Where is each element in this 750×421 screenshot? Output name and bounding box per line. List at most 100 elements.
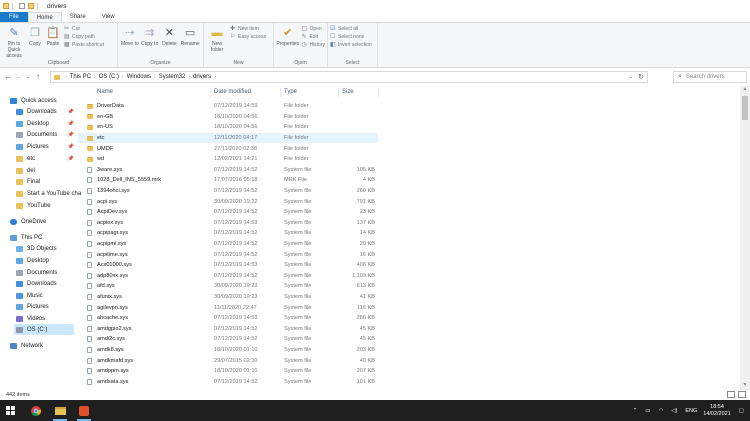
nav-item-documents[interactable]: Documents 📌 — [16, 129, 78, 140]
taskbar-chrome[interactable] — [26, 400, 46, 421]
address-dropdown-chevron-icon[interactable]: ⌄ — [629, 74, 633, 80]
nav-item-music[interactable]: Music — [16, 290, 43, 301]
wifi-icon[interactable]: ◠ — [658, 408, 663, 414]
cut-button[interactable]: ✂ Cut — [64, 25, 104, 33]
nav-item-pictures[interactable]: Pictures 📌 — [16, 141, 78, 152]
column-divider[interactable] — [378, 88, 379, 97]
column-divider[interactable] — [280, 88, 281, 97]
column-header-date[interactable]: Date modified — [214, 89, 251, 95]
file-row[interactable]: amdppm.sys 18/10/2020 01:10 System file 207… — [78, 366, 378, 377]
file-row[interactable]: amdk8.sys 18/10/2020 01:10 System file 203 … — [78, 345, 378, 356]
start-button[interactable] — [0, 400, 21, 421]
nav-item-3d-objects[interactable]: 3D Objects — [16, 243, 57, 254]
nav-this-pc[interactable]: This PC — [10, 232, 42, 243]
file-row[interactable]: acpipagr.sys 07/12/2019 14:52 System file 1… — [78, 228, 378, 239]
folder-row[interactable]: UMDF 27/11/2020 02:38 File folder — [78, 143, 378, 154]
new-folder-quick-icon[interactable] — [28, 3, 34, 9]
file-row[interactable]: amdi2c.sys 07/12/2019 14:52 System file 45 … — [78, 334, 378, 345]
breadcrumb-os-c[interactable]: OS (C:) — [99, 74, 119, 80]
nav-network[interactable]: Network — [10, 340, 43, 351]
folder-row[interactable]: en-US 18/10/2020 04:56 File folder — [78, 122, 378, 133]
taskbar-file-explorer[interactable] — [50, 400, 70, 421]
file-row[interactable]: amdgpio2.sys 07/12/2019 14:52 System file 4… — [78, 324, 378, 335]
address-bar[interactable]: › This PC › OS (C:) › Windows › System32… — [50, 71, 648, 83]
column-header-size[interactable]: Size — [342, 89, 354, 95]
nav-item-videos[interactable]: Videos — [16, 313, 45, 324]
file-row[interactable]: ahcache.sys 07/12/2019 14:53 System file 28… — [78, 313, 378, 324]
nav-item-final[interactable]: Final — [16, 176, 40, 187]
folder-row[interactable]: etc 12/11/2020 04:17 File folder — [78, 132, 378, 144]
column-divider[interactable] — [338, 88, 339, 97]
file-row[interactable]: 1394ohci.sys 07/12/2019 14:52 System file 2… — [78, 186, 378, 197]
column-header-name[interactable]: Name — [97, 89, 113, 95]
scrollbar-thumb[interactable] — [742, 96, 748, 120]
folder-row[interactable]: DriverData 07/12/2019 14:59 File folder — [78, 101, 378, 112]
nav-item-pc-documents[interactable]: Documents — [16, 267, 57, 278]
breadcrumb-system32[interactable]: System32 — [159, 74, 186, 80]
nav-item-del[interactable]: del — [16, 165, 35, 176]
file-row[interactable]: afunix.sys 30/09/2020 19:23 System file 41 … — [78, 292, 378, 303]
easy-access-button[interactable]: ⚐ Easy access — [230, 33, 266, 41]
details-view-icon[interactable] — [727, 391, 735, 398]
paste-shortcut-button[interactable]: ▦ Paste shortcut — [64, 41, 104, 49]
back-arrow-icon[interactable]: ← — [3, 72, 13, 81]
tab-file[interactable]: File — [0, 12, 28, 22]
search-input[interactable]: ⌕ Search drivers — [673, 71, 747, 83]
file-row[interactable]: acpiex.sys 07/12/2019 14:53 System file 137… — [78, 218, 378, 229]
nav-item-desktop[interactable]: Desktop 📌 — [16, 118, 78, 129]
file-row[interactable]: 1028_Dell_INS_5559.mrk 17/07/2016 05:18 MR… — [78, 175, 378, 186]
select-all-button[interactable]: ☑ Select all — [330, 25, 372, 33]
vertical-scrollbar[interactable]: ▲ ▼ — [740, 86, 750, 390]
tab-share[interactable]: Share — [62, 12, 94, 22]
column-header-type[interactable]: Type — [284, 89, 297, 95]
show-hidden-icons-chevron-icon[interactable]: ⌃ — [633, 408, 638, 414]
network-icon[interactable]: ▭ — [645, 408, 650, 414]
new-item-button[interactable]: ✚ New item — [230, 25, 266, 33]
properties-quick-icon[interactable] — [19, 3, 25, 9]
file-row[interactable]: amdsata.sys 07/12/2019 14:52 System file 10… — [78, 377, 378, 388]
file-row[interactable]: acpipmi.sys 07/12/2019 14:52 System file 20… — [78, 239, 378, 250]
file-row[interactable]: acpi.sys 30/09/2020 19:22 System file 791 K… — [78, 196, 378, 207]
nav-item-os-c[interactable]: OS (C:) — [14, 324, 74, 335]
file-row[interactable]: 3ware.sys 07/12/2019 14:52 System file 105 … — [78, 165, 378, 176]
folder-row[interactable]: en-GB 18/10/2020 04:56 File folder — [78, 112, 378, 123]
nav-onedrive[interactable]: OneDrive — [10, 216, 46, 227]
invert-selection-button[interactable]: ◧ Invert selection — [330, 41, 372, 49]
file-row[interactable]: adp80xx.sys 07/12/2019 14:52 System file 1,… — [78, 271, 378, 282]
folder-row[interactable]: wd 12/02/2021 14:21 File folder — [78, 154, 378, 165]
large-icons-view-icon[interactable] — [738, 391, 746, 398]
file-row[interactable]: Acx01000.sys 07/12/2019 14:53 System file 4… — [78, 260, 378, 271]
scroll-up-icon[interactable]: ▲ — [740, 86, 750, 94]
nav-item-youtube[interactable]: YouTube — [16, 200, 51, 211]
scroll-down-icon[interactable]: ▼ — [740, 382, 750, 390]
tab-home[interactable]: Home — [27, 12, 62, 22]
notifications-icon[interactable]: ▢ — [739, 408, 744, 414]
file-row[interactable]: afd.sys 30/09/2020 19:23 System file 613 KB — [78, 281, 378, 292]
file-row[interactable]: amdkmafd.sys 29/07/2015 02:30 System file 4… — [78, 355, 378, 366]
volume-icon[interactable]: ◁) — [671, 408, 677, 414]
breadcrumb-this-pc[interactable]: This PC — [70, 74, 91, 80]
nav-item-etc[interactable]: etc 📌 — [16, 153, 78, 164]
nav-item-downloads[interactable]: Downloads 📌 — [16, 106, 78, 117]
clock[interactable]: 18:54 14/02/2021 — [703, 404, 731, 418]
select-none-button[interactable]: ☐ Select none — [330, 33, 372, 41]
forward-arrow-icon[interactable]: → — [13, 72, 23, 81]
recent-locations-chevron-icon[interactable]: ⌄ — [23, 74, 33, 80]
refresh-icon[interactable]: ↻ — [638, 73, 644, 81]
file-row[interactable]: agilevpn.sys 11/11/2020 22:47 System file 1… — [78, 302, 378, 313]
nav-item-start-youtube[interactable]: Start a YouTube cha — [16, 188, 81, 199]
tab-view[interactable]: View — [94, 12, 123, 22]
language-indicator[interactable]: ENG — [685, 408, 697, 414]
breadcrumb-windows[interactable]: Windows — [127, 74, 151, 80]
taskbar-recorder-app[interactable] — [74, 400, 94, 421]
edit-button[interactable]: ✎ Edit — [301, 33, 325, 41]
nav-quick-access[interactable]: Quick access — [10, 95, 57, 106]
breadcrumb-drivers[interactable]: drivers — [193, 74, 211, 80]
nav-item-pc-pictures[interactable]: Pictures — [16, 301, 49, 312]
file-row[interactable]: AcpiDev.sys 07/12/2019 14:52 System file 23… — [78, 207, 378, 218]
nav-item-pc-desktop[interactable]: Desktop — [16, 255, 49, 266]
nav-item-pc-downloads[interactable]: Downloads — [16, 278, 57, 289]
up-arrow-icon[interactable]: ↑ — [33, 72, 43, 81]
file-row[interactable]: acpitime.sys 07/12/2019 14:52 System file 1… — [78, 249, 378, 260]
column-divider[interactable] — [210, 88, 211, 97]
